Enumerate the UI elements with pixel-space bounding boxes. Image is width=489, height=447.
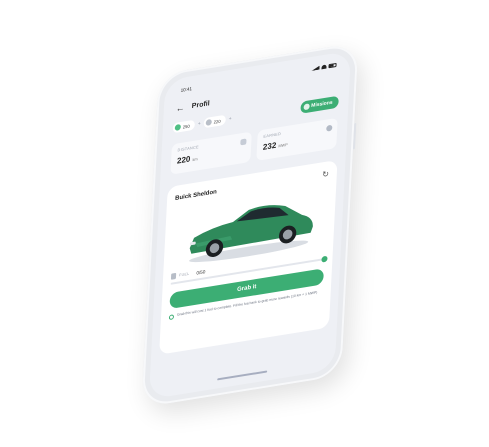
- refresh-icon[interactable]: ↻: [322, 169, 329, 179]
- signal-icon: [311, 66, 319, 71]
- token-chip-green[interactable]: 250: [172, 119, 196, 134]
- token-value: 250: [182, 122, 190, 130]
- add-fuel-button[interactable]: [321, 255, 328, 263]
- phone-mockup: 10:41 ← Profil 250 + 220 + Missions DIST…: [141, 42, 359, 408]
- page-title: Profil: [191, 99, 210, 110]
- fuel-icon: [170, 272, 177, 280]
- token-chip-grey[interactable]: 220: [203, 114, 226, 129]
- green-coin-icon: [174, 123, 181, 131]
- home-indicator[interactable]: [217, 369, 268, 381]
- plus-icon[interactable]: +: [198, 121, 201, 128]
- side-button: [352, 122, 357, 150]
- earned-unit: MWP: [278, 142, 288, 149]
- missions-button[interactable]: Missions: [299, 95, 339, 114]
- distance-stat: DISTANCE 220 km: [170, 131, 252, 175]
- map-icon: [240, 138, 247, 146]
- fuel-label: FUEL: [178, 271, 190, 278]
- grab-label: Grab it: [236, 284, 257, 294]
- plus-icon[interactable]: +: [229, 116, 232, 123]
- missions-icon: [303, 103, 310, 111]
- earned-value: 232: [262, 140, 277, 152]
- wifi-icon: [321, 64, 327, 70]
- car-card: Buick Sheldon ↻ FUEL 0/50 Grab it Grab t…: [159, 159, 338, 355]
- earned-stat: EARNED 232 MWP: [256, 117, 338, 161]
- phone-frame: 10:41 ← Profil 250 + 220 + Missions DIST…: [141, 42, 359, 408]
- phone-screen: 10:41 ← Profil 250 + 220 + Missions DIST…: [148, 50, 352, 400]
- distance-unit: km: [192, 157, 198, 163]
- info-icon: [168, 314, 175, 321]
- battery-icon: [328, 62, 337, 69]
- missions-label: Missions: [311, 99, 333, 110]
- distance-value: 220: [176, 154, 191, 166]
- stage: 10:41 ← Profil 250 + 220 + Missions DIST…: [0, 0, 489, 447]
- back-arrow-icon[interactable]: ←: [176, 102, 186, 114]
- token-value: 220: [213, 118, 221, 125]
- car-name: Buick Sheldon: [174, 188, 217, 202]
- grey-coin-icon: [205, 118, 212, 126]
- status-time: 10:41: [180, 85, 193, 93]
- coin-icon: [326, 124, 333, 132]
- fuel-value: 0/50: [196, 268, 206, 276]
